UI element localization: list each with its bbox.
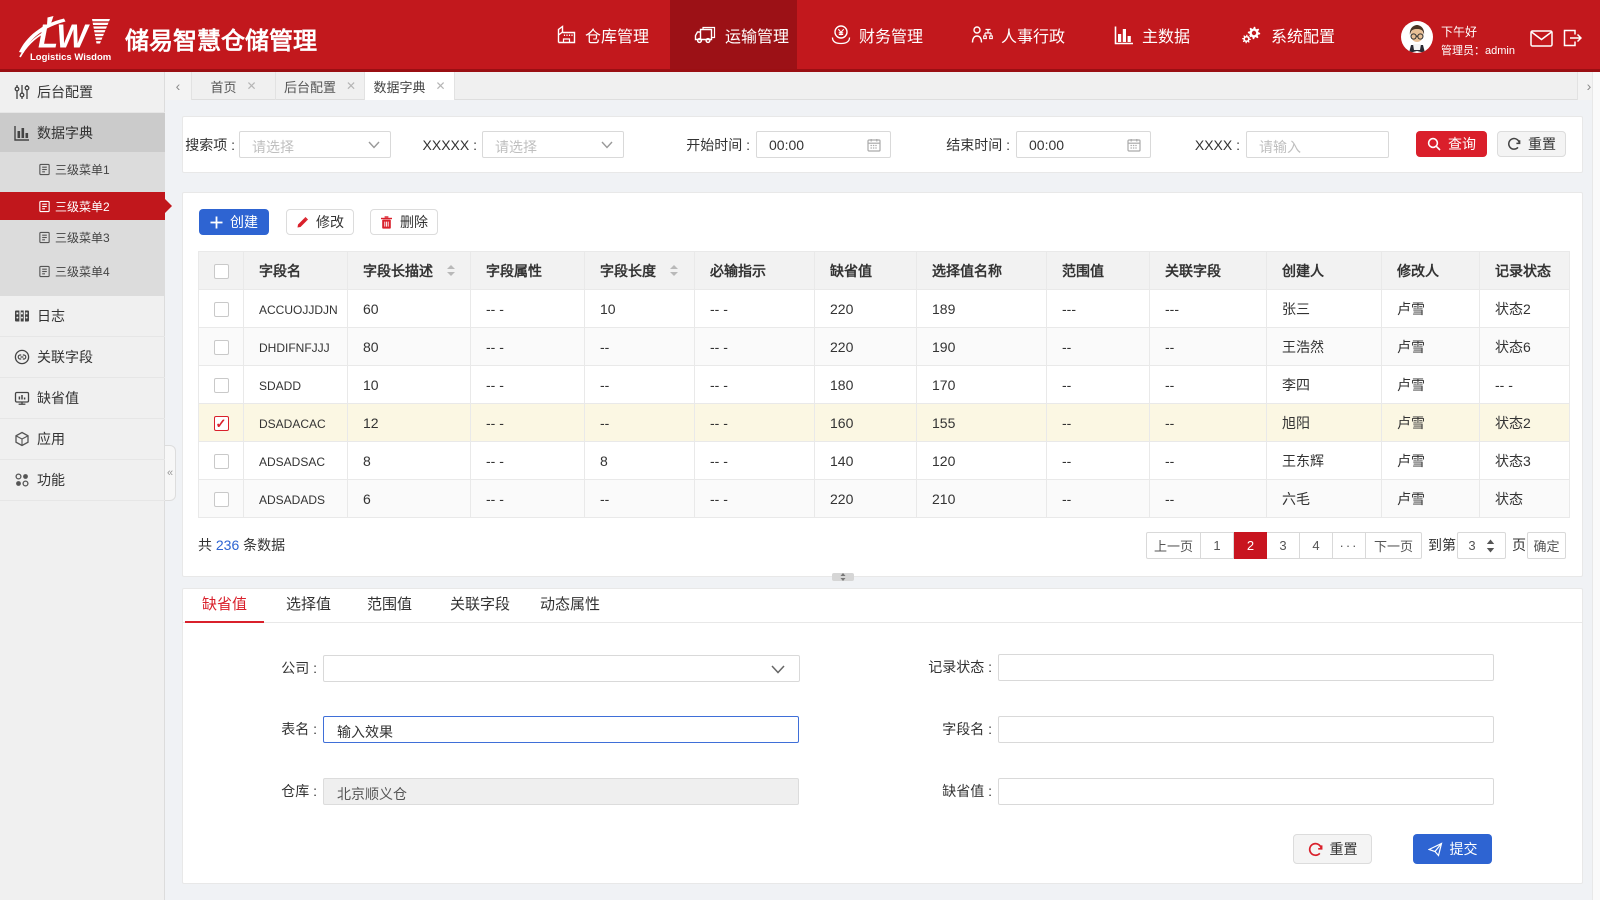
svg-text:Logistics Wisdom: Logistics Wisdom xyxy=(30,52,111,62)
svg-text:LW: LW xyxy=(38,18,90,55)
